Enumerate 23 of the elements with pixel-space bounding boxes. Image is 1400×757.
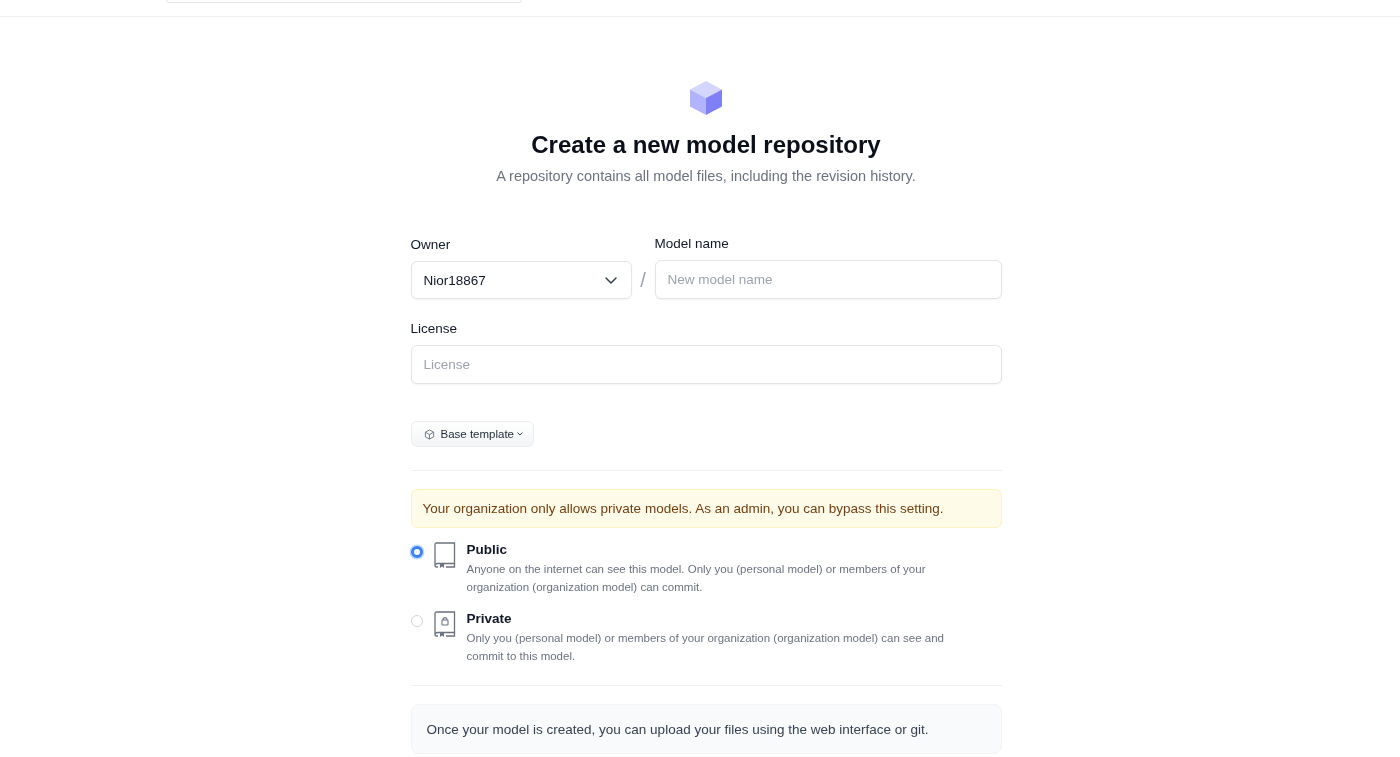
locked-book-icon (433, 611, 456, 638)
info-box: Once your model is created, you can upload your files using the web interface or git. (410, 704, 1002, 754)
cube-outline-icon (423, 428, 435, 440)
page-subtitle: A repository contains all model files, including the revision history. (496, 167, 916, 186)
slash-separator: / (639, 268, 647, 293)
option-description: Anyone on the internet can see this model. Only you (personal model) or members of your organization (organization model) can commit. (466, 562, 927, 595)
radio-button[interactable] (410, 546, 423, 558)
cube-icon (689, 80, 723, 116)
chevron-down-icon (517, 432, 523, 436)
option-description: Only you (personal model) or members of your organization (organization model) can see and commit to this model. (466, 631, 945, 664)
book-icon (433, 542, 456, 569)
license-label: License (410, 320, 458, 338)
option-title: Public (466, 541, 507, 559)
owner-label: Owner (410, 236, 451, 254)
model-name-field[interactable]: New model name (654, 260, 1002, 299)
base-template-button[interactable]: Base template (410, 421, 534, 447)
notice-banner: Your organization only allows private models. As an admin, you can bypass this setting. (410, 489, 1002, 528)
license-field[interactable]: License (410, 345, 1002, 384)
chevron-down-icon (604, 276, 617, 284)
page-title: Create a new model repository (531, 130, 881, 160)
model-name-label: Model name (654, 235, 729, 253)
option-title: Private (466, 610, 512, 628)
owner-select[interactable]: Nior18867 (410, 261, 632, 299)
